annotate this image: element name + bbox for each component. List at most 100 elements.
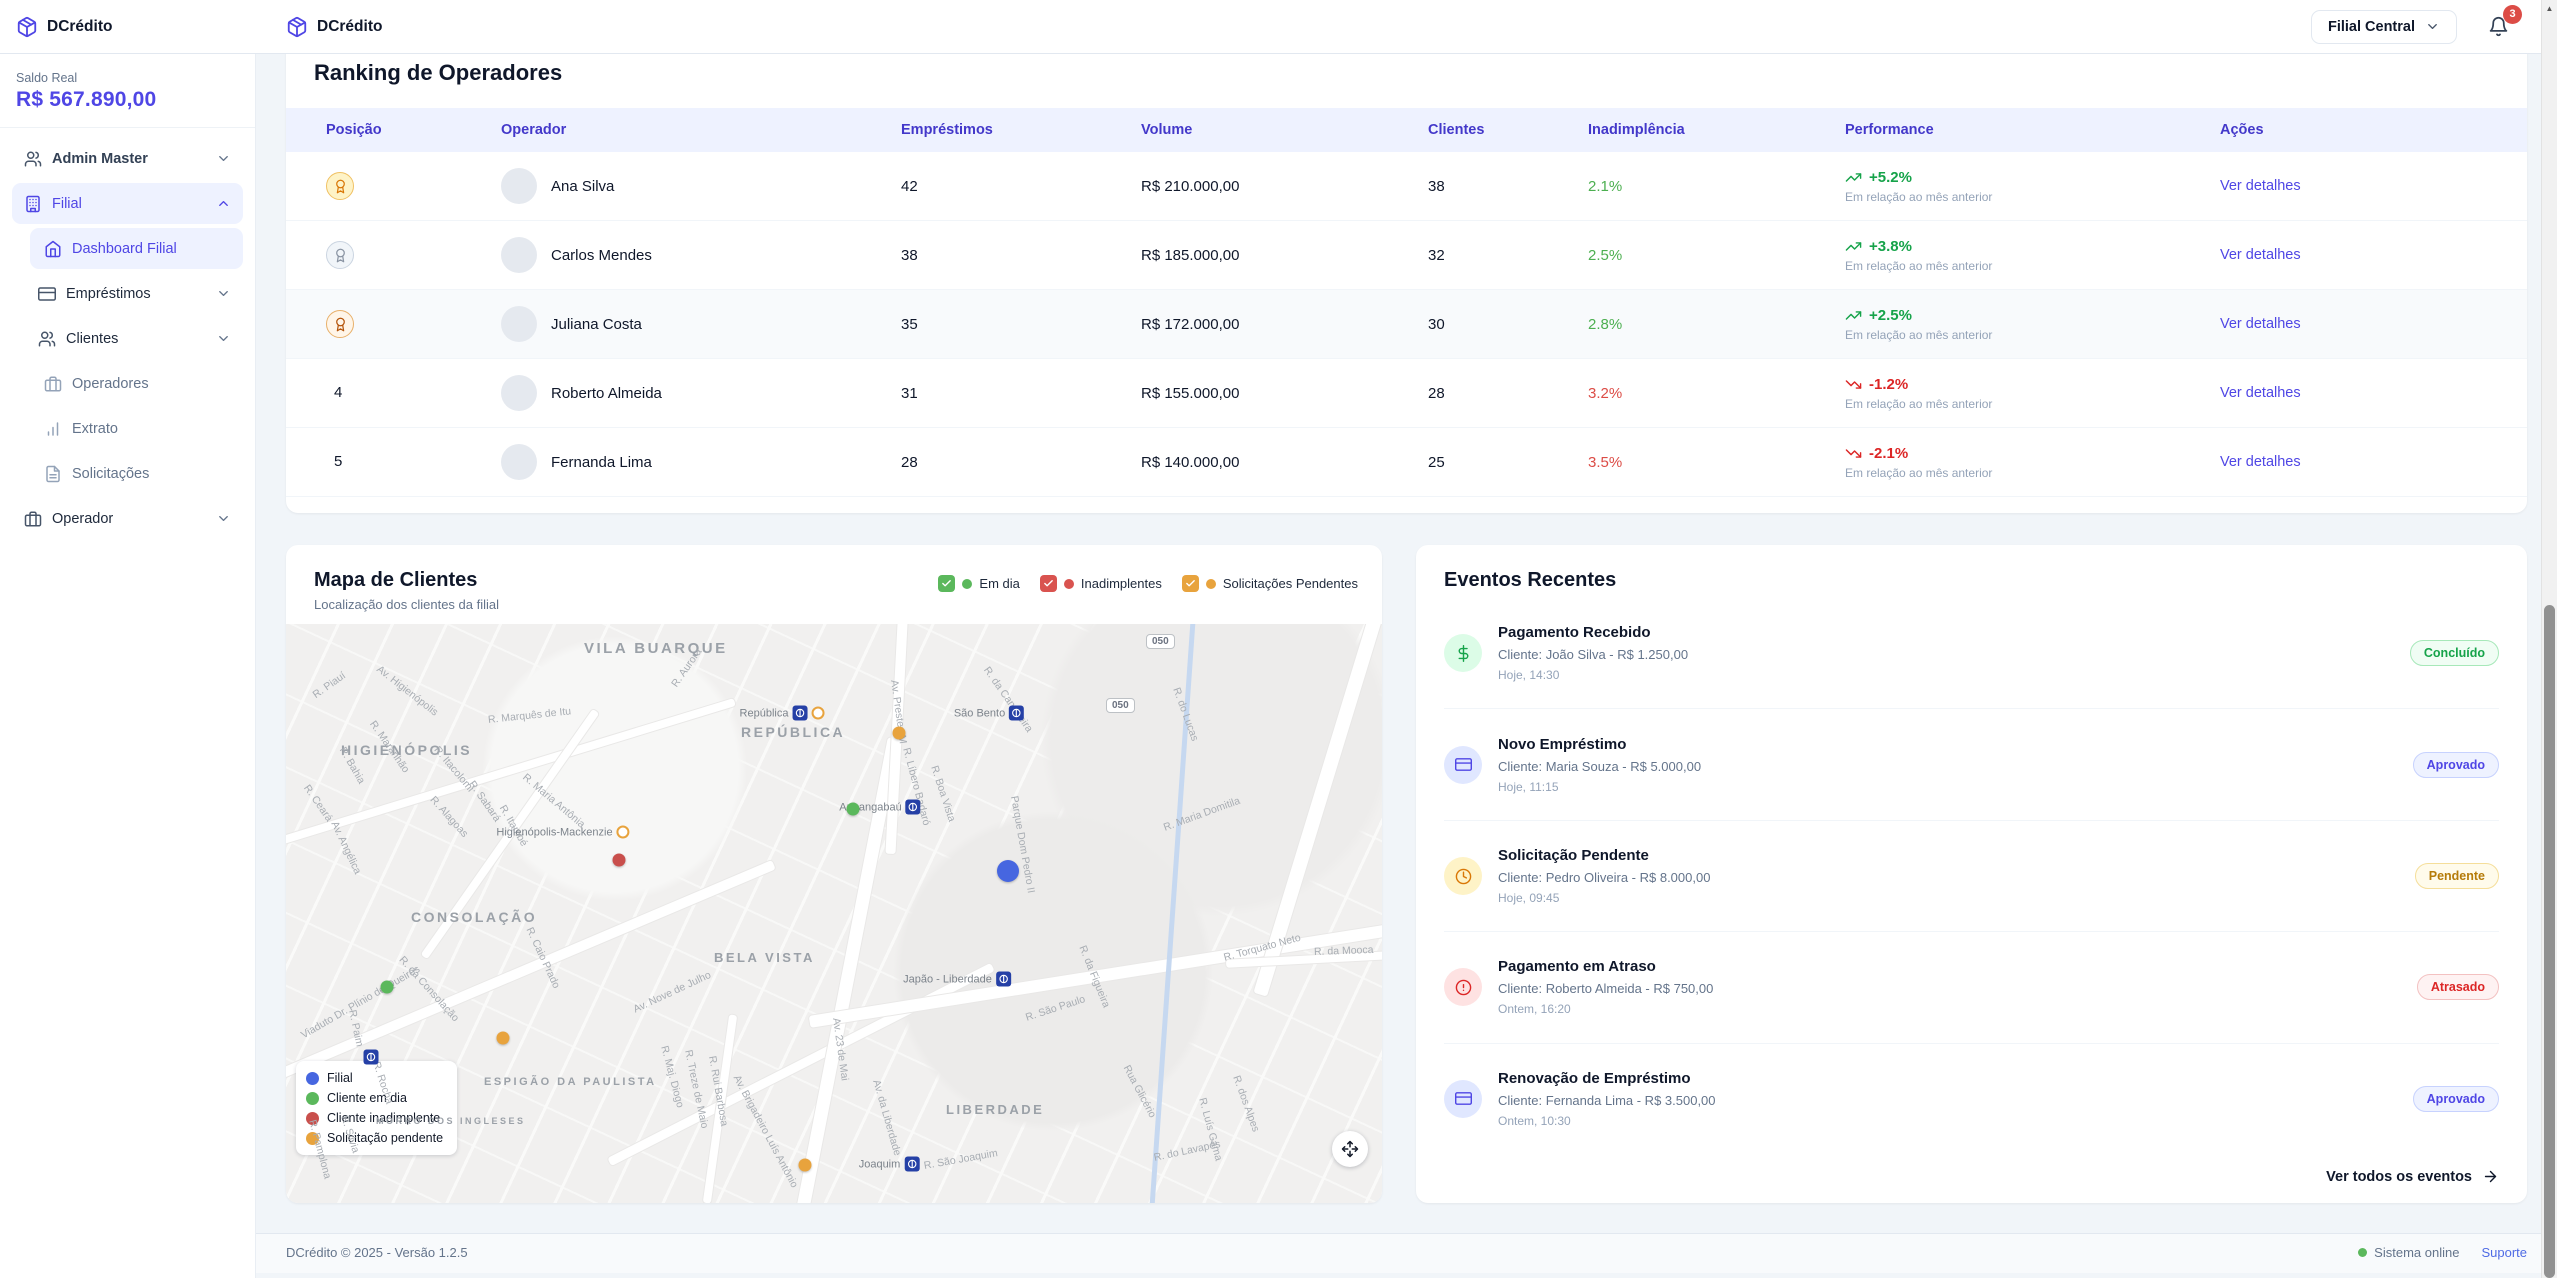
operator-cell: Fernanda Lima <box>501 444 901 480</box>
map-marker-late[interactable] <box>613 854 626 867</box>
operator-cell: Ana Silva <box>501 168 901 204</box>
support-link[interactable]: Suporte <box>2481 1245 2527 1260</box>
balance-label: Saldo Real <box>16 71 239 85</box>
ranking-table-body: Ana Silva42R$ 210.000,00382.1%+5.2%Em re… <box>286 152 2527 497</box>
map-area-label: HIGIENÓPOLIS <box>341 742 472 758</box>
event-detail: Cliente: Pedro Oliveira - R$ 8.000,00 <box>1498 870 2399 885</box>
event-item: Pagamento em AtrasoCliente: Roberto Alme… <box>1444 932 2499 1043</box>
metro-station: Higienópolis-Mackenzie <box>496 826 629 839</box>
map-marker-branch[interactable] <box>997 860 1019 882</box>
map-street-label: Av. Brigadeiro Luís Antônio <box>731 1073 801 1190</box>
event-time: Hoje, 09:45 <box>1498 891 2399 905</box>
table-row: 4Roberto Almeida31R$ 155.000,00283.2%-1.… <box>286 359 2527 428</box>
view-details-link[interactable]: Ver detalhes <box>2220 385 2301 401</box>
clients-cell: 32 <box>1428 247 1588 264</box>
map-filter-solicitações-pendentes[interactable]: Solicitações Pendentes <box>1182 575 1358 592</box>
table-row: Juliana Costa35R$ 172.000,00302.8%+2.5%E… <box>286 290 2527 359</box>
column-header: Empréstimos <box>901 122 1141 138</box>
sidebar-item-clientes[interactable]: Clientes <box>12 318 243 359</box>
metro-station: Japão - Liberdade <box>903 972 1011 987</box>
clients-map[interactable]: FilialCliente em diaCliente inadimplente… <box>286 624 1382 1203</box>
scrollbar-up-button[interactable]: ▲ <box>2542 0 2557 16</box>
package-logo-icon <box>16 16 38 38</box>
sidebar-item-operador[interactable]: Operador <box>12 498 243 539</box>
clients-cell: 28 <box>1428 385 1588 402</box>
volume-cell: R$ 185.000,00 <box>1141 247 1428 264</box>
map-expand-button[interactable] <box>1332 1131 1368 1167</box>
system-status-label: Sistema online <box>2374 1245 2459 1260</box>
sidebar-item-admin-master[interactable]: Admin Master <box>12 138 243 179</box>
filter-dot <box>1206 579 1216 589</box>
sidebar-item-solicitacoes[interactable]: Solicitações <box>12 453 243 494</box>
legend-label: Cliente em dia <box>327 1091 407 1105</box>
brand-name: DCrédito <box>47 18 112 36</box>
avatar <box>501 444 537 480</box>
event-time: Ontem, 16:20 <box>1498 1002 2401 1016</box>
alert-circle-icon <box>1444 968 1482 1006</box>
scrollbar-thumb[interactable] <box>2544 605 2555 1278</box>
map-filter-em-dia[interactable]: Em dia <box>938 575 1019 592</box>
table-row: 5Fernanda Lima28R$ 140.000,00253.5%-2.1%… <box>286 428 2527 497</box>
sidebar-item-emprestimos[interactable]: Empréstimos <box>12 273 243 314</box>
sidebar: Saldo Real R$ 567.890,00 Admin MasterFil… <box>0 54 256 1278</box>
see-all-events-button[interactable]: Ver todos os eventos <box>2326 1168 2499 1185</box>
map-street-label: Rua Glicério <box>1121 1063 1159 1120</box>
sidebar-item-label: Empréstimos <box>66 286 151 302</box>
map-marker-ok[interactable] <box>847 803 860 816</box>
position-cell <box>326 310 501 338</box>
operator-name: Carlos Mendes <box>551 247 652 264</box>
volume-cell: R$ 155.000,00 <box>1141 385 1428 402</box>
event-body: Novo EmpréstimoCliente: Maria Souza - R$… <box>1498 736 2397 794</box>
sidebar-item-dashboard-filial[interactable]: Dashboard Filial <box>30 228 243 269</box>
map-marker-pending[interactable] <box>497 1032 510 1045</box>
map-area-label: BELA VISTA <box>714 950 815 965</box>
notification-badge: 3 <box>2503 5 2522 24</box>
event-item: Solicitação PendenteCliente: Pedro Olive… <box>1444 821 2499 932</box>
operator-cell: Carlos Mendes <box>501 237 901 273</box>
trending-up-icon <box>1845 307 1862 324</box>
app-root: DCrédito DCrédito Filial Central 3 Saldo… <box>0 0 2557 1278</box>
operator-name: Ana Silva <box>551 178 614 195</box>
metro-station-label: Japão - Liberdade <box>903 973 992 985</box>
see-all-events-label: Ver todos os eventos <box>2326 1169 2472 1185</box>
map-street-label: R. Alagoas <box>428 794 471 840</box>
event-detail: Cliente: Fernanda Lima - R$ 3.500,00 <box>1498 1093 2397 1108</box>
trend-percent: +5.2% <box>1869 169 1912 186</box>
map-area-label: REPÚBLICA <box>741 724 845 740</box>
filter-label: Em dia <box>979 576 1019 591</box>
map-street-label: R. São Joaquim <box>923 1147 999 1172</box>
checkbox-checked-icon[interactable] <box>1040 575 1057 592</box>
map-area-label: LIBERDADE <box>946 1102 1044 1117</box>
sidebar-item-operadores[interactable]: Operadores <box>12 363 243 404</box>
page-scrollbar[interactable]: ▲ <box>2541 0 2557 1278</box>
sidebar-item-label: Solicitações <box>72 466 149 482</box>
metro-icon <box>996 972 1011 987</box>
branch-selector-button[interactable]: Filial Central <box>2311 10 2457 44</box>
metro-icon <box>792 706 807 721</box>
loans-cell: 28 <box>901 454 1141 471</box>
view-details-link[interactable]: Ver detalhes <box>2220 247 2301 263</box>
trend-value: +3.8% <box>1845 238 2220 255</box>
checkbox-checked-icon[interactable] <box>1182 575 1199 592</box>
map-marker-ok[interactable] <box>381 981 394 994</box>
view-details-link[interactable]: Ver detalhes <box>2220 454 2301 470</box>
map-filter-inadimplentes[interactable]: Inadimplentes <box>1040 575 1162 592</box>
event-body: Pagamento em AtrasoCliente: Roberto Alme… <box>1498 958 2401 1016</box>
volume-cell: R$ 172.000,00 <box>1141 316 1428 333</box>
sidebar-item-extrato[interactable]: Extrato <box>12 408 243 449</box>
sidebar-item-filial[interactable]: Filial <box>12 183 243 224</box>
events-list: Pagamento RecebidoCliente: João Silva - … <box>1444 598 2499 1154</box>
map-street-label: R. Ceará <box>301 783 335 824</box>
map-marker-pending[interactable] <box>893 727 906 740</box>
performance-cell: -2.1%Em relação ao mês anterior <box>1845 445 2220 480</box>
notifications-button[interactable]: 3 <box>2483 12 2513 42</box>
event-time: Ontem, 10:30 <box>1498 1114 2397 1128</box>
map-marker-pending[interactable] <box>799 1159 812 1172</box>
chevron-down-icon <box>2425 19 2440 34</box>
view-details-link[interactable]: Ver detalhes <box>2220 316 2301 332</box>
map-street-label: R. Piauí <box>311 670 348 701</box>
trend-value: +2.5% <box>1845 307 2220 324</box>
view-details-link[interactable]: Ver detalhes <box>2220 178 2301 194</box>
checkbox-checked-icon[interactable] <box>938 575 955 592</box>
map-street-label: Av. Higienópolis <box>374 663 440 718</box>
